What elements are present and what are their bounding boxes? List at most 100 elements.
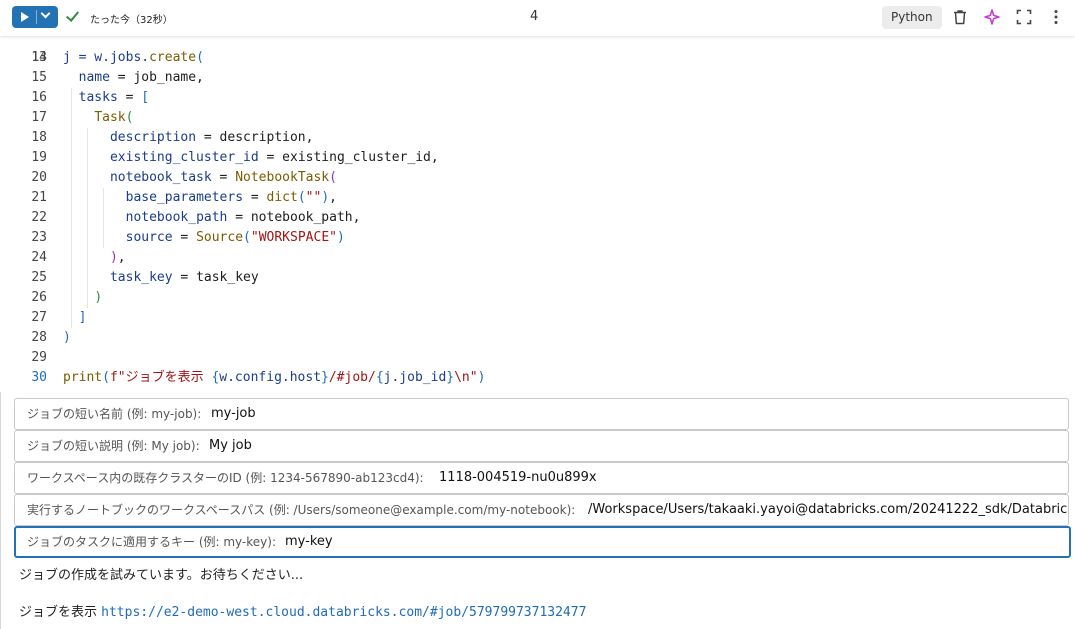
code-token: = — [211, 170, 236, 185]
code-token: = — [243, 190, 267, 205]
widget-job-description[interactable]: ジョブの短い説明 (例: My job): My job — [14, 430, 1069, 462]
code-token: name — [78, 70, 110, 85]
code-token: [ — [141, 90, 150, 105]
code-text: ) — [63, 288, 102, 308]
widget-task-key[interactable]: ジョブのタスクに適用するキー (例: my-key): my-key — [14, 526, 1071, 558]
line-number: 17 — [31, 110, 47, 125]
language-badge[interactable]: Python — [882, 6, 942, 29]
code-token: = — [117, 90, 142, 105]
code-line: 18 description = description, — [0, 128, 1068, 148]
widget-job-name[interactable]: ジョブの短い名前 (例: my-job): my-job — [14, 398, 1069, 430]
code-text: ) — [63, 328, 71, 348]
code-text: Task( — [63, 108, 133, 128]
widget-input[interactable]: /Workspace/Users/takaaki.yayoi@databrick… — [588, 495, 1068, 525]
code-token: ] — [78, 310, 87, 325]
code-text: notebook_task = NotebookTask( — [63, 168, 337, 188]
code-text: notebook_path = notebook_path, — [63, 208, 361, 228]
widget-input[interactable]: My job — [209, 431, 252, 461]
code-token: task_key — [109, 270, 173, 285]
line-number: 16 — [31, 90, 47, 105]
widget-label: ジョブのタスクに適用するキー (例: my-key): — [27, 535, 276, 549]
code-editor[interactable]: 13 14 j = w.jobs.create(15 name = job_nam… — [0, 36, 1068, 392]
code-token: , — [329, 190, 337, 205]
code-token: ( — [102, 370, 110, 385]
code-line: 15 name = job_name, — [0, 68, 1068, 88]
code-token: ) — [63, 330, 71, 345]
line-number: 30 — [31, 370, 47, 385]
code-token: print — [63, 370, 103, 385]
line-number: 25 — [31, 270, 47, 285]
chevron-down-icon[interactable] — [40, 8, 51, 19]
output-waiting-message: ジョブの作成を試みています。お待ちください... — [19, 568, 304, 583]
line-number: 27 — [31, 310, 47, 325]
widget-input[interactable]: 1118-004519-nu0u899x — [439, 463, 597, 493]
code-token: } — [446, 370, 455, 385]
job-link[interactable]: https://e2-demo-west.cloud.databricks.co… — [101, 605, 586, 620]
code-line: 22 notebook_path = notebook_path, — [0, 208, 1068, 228]
code-token: ) — [477, 370, 486, 385]
code-token: existing_cluster_id — [109, 150, 259, 165]
run-status: たった今（32秒） — [90, 15, 173, 26]
code-token: dict — [266, 190, 298, 205]
code-token: ) — [321, 190, 330, 205]
code-token: } — [321, 370, 329, 385]
code-text: j = w.jobs.create( — [63, 48, 204, 68]
code-line: 26 ) — [0, 288, 1068, 308]
code-token: description — [109, 130, 197, 145]
trash-icon[interactable] — [951, 8, 969, 26]
code-token: tasks — [78, 90, 118, 105]
widget-notebook-path[interactable]: 実行するノートブックのワークスペースパス (例: /Users/someone@… — [14, 494, 1069, 526]
widget-input[interactable]: my-job — [211, 399, 256, 429]
output-result-line: ジョブを表示 https://e2-demo-west.cloud.databr… — [19, 601, 586, 620]
widget-label: ジョブの短い名前 (例: my-job): — [27, 407, 202, 421]
cell-number: 4 — [530, 9, 539, 24]
code-token: , — [117, 250, 126, 265]
code-token: ) — [336, 230, 345, 245]
line-number: 15 — [31, 70, 47, 85]
code-token: "" — [305, 190, 322, 205]
code-token: \n" — [454, 370, 478, 385]
code-token: ( — [125, 110, 134, 125]
more-vert-icon[interactable] — [1047, 8, 1065, 26]
line-number: 24 — [31, 250, 47, 265]
code-line: 20 notebook_task = NotebookTask( — [0, 168, 1068, 188]
line-number: 20 — [31, 170, 47, 185]
code-token: create — [149, 50, 197, 65]
code-text: ), — [63, 248, 126, 268]
run-cell-button[interactable] — [12, 6, 58, 28]
assistant-sparkle-icon[interactable] — [983, 8, 1001, 26]
code-line: 24 ), — [0, 248, 1068, 268]
code-token: Task — [94, 110, 126, 125]
code-line: 14 j = w.jobs.create( — [0, 48, 1068, 68]
code-line: 23 source = Source("WORKSPACE") — [0, 228, 1068, 248]
code-text: print(f"ジョブを表示 {w.config.host}/#job/{j.j… — [63, 368, 485, 388]
cell-output: ジョブの短い名前 (例: my-job): my-job ジョブの短い説明 (例… — [0, 392, 1071, 629]
code-token: ) — [94, 290, 103, 305]
code-token: j.job_id — [383, 370, 447, 385]
code-token: = description, — [196, 130, 314, 145]
cell-toolbar: たった今（32秒） 4 Python — [0, 0, 1075, 36]
code-token: j = w.jobs. — [63, 50, 150, 65]
widget-label: ジョブの短い説明 (例: My job): — [27, 439, 200, 453]
widget-cluster-id[interactable]: ワークスペース内の既存クラスターのID (例: 1234-567890-ab12… — [14, 462, 1069, 494]
code-text: name = job_name, — [63, 68, 204, 88]
code-token: = existing_cluster_id, — [258, 150, 439, 165]
code-token: = — [172, 230, 197, 245]
widget-input[interactable]: my-key — [285, 528, 333, 556]
line-number: 28 — [31, 330, 47, 345]
line-number: 22 — [31, 210, 47, 225]
expand-icon[interactable] — [1015, 8, 1033, 26]
code-token: ) — [109, 250, 118, 265]
code-token: w.config.host — [219, 370, 322, 385]
code-text: existing_cluster_id = existing_cluster_i… — [63, 148, 439, 168]
code-token: = task_key — [172, 270, 259, 285]
